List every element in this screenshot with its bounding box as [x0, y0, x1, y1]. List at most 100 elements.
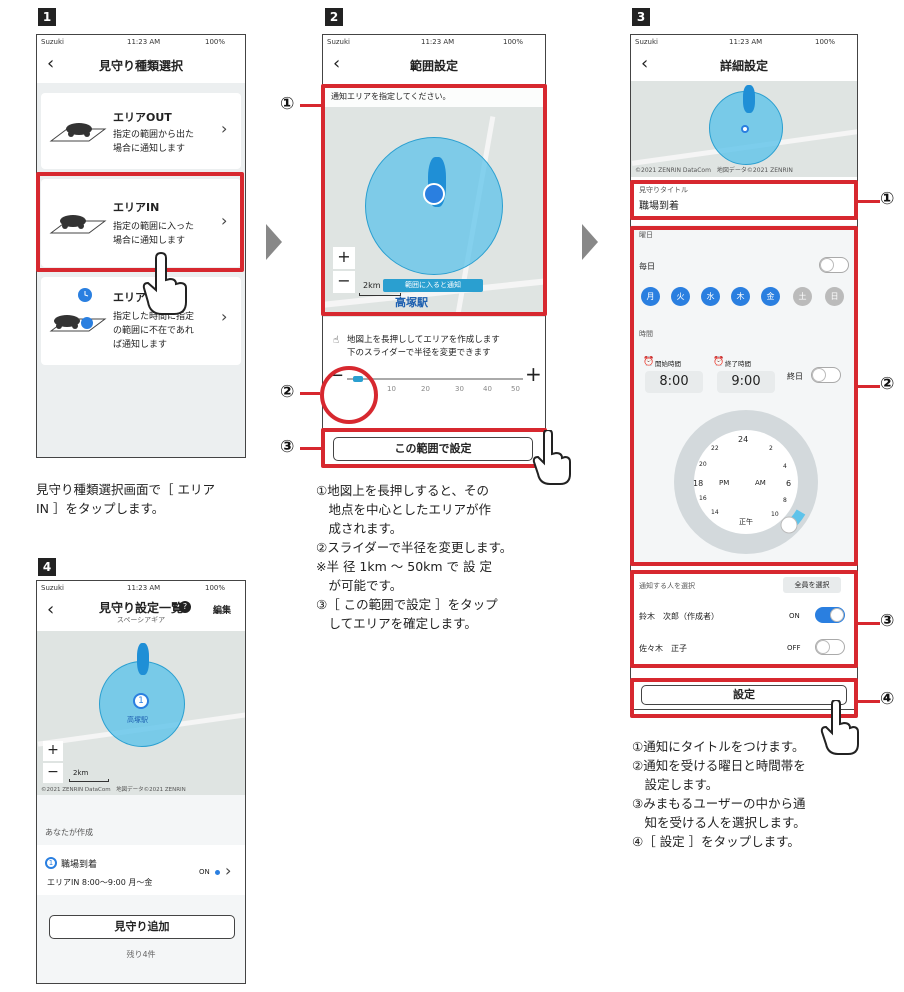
help-line2: 下のスライダーで半径を変更できます	[347, 348, 491, 358]
next-arrow-icon	[266, 224, 282, 260]
station-label: 高塚駅	[127, 716, 148, 724]
option-title: エリアOUT	[113, 111, 172, 124]
page-title: 範囲設定	[409, 59, 458, 73]
area-pin-icon[interactable]: 1	[133, 693, 149, 709]
touch-icon: ☝	[333, 335, 340, 346]
option-desc-2: の範囲に不在であれ	[113, 326, 194, 336]
map-preview: ©2021 ZENRIN DataCom 地図データ©2021 ZENRIN	[631, 81, 857, 177]
marker-line	[858, 622, 880, 625]
desc-line: ④［ 設定 ］をタップします。	[632, 834, 800, 849]
highlight-slider	[320, 366, 378, 424]
section-label: あなたが作成	[45, 828, 93, 837]
item-state: ON	[199, 868, 210, 876]
clock-time: 11:23 AM	[127, 584, 161, 592]
desc-line: 知を受ける人を選択します。	[632, 815, 806, 830]
lake-shape	[743, 85, 755, 113]
slider-plus[interactable]: +	[525, 362, 542, 386]
map-copyright: ©2021 ZENRIN DataCom 地図データ©2021 ZENRIN	[635, 167, 793, 174]
tap-hand-icon	[532, 430, 571, 485]
clock-time: 11:23 AM	[729, 38, 763, 46]
nav-bar: ‹ 詳細設定	[631, 49, 857, 81]
screen-watch-list: Suzuki 11:23 AM 100% ‹ 見守り設定一覧 ? スペーシアギア…	[36, 580, 246, 984]
highlight-people	[630, 570, 858, 668]
status-bar: Suzuki 11:23 AM 100%	[323, 35, 545, 49]
tap-hand-icon	[142, 252, 187, 315]
tap-hand-icon	[820, 700, 859, 755]
step1-desc-line2: IN ］をタップします。	[36, 501, 165, 516]
nav-bar: ‹ 見守り種類選択	[37, 49, 245, 81]
clock-time: 11:23 AM	[421, 38, 455, 46]
desc-line: ②スライダーで半径を変更します。	[316, 540, 513, 555]
battery: 100%	[205, 584, 226, 592]
option-area-out[interactable]: エリアOUT 指定の範囲から出た 場合に通知します ›	[41, 93, 241, 169]
item-title: 職場到着	[61, 860, 98, 870]
add-watch-button[interactable]: 見守り追加	[49, 915, 235, 939]
marker-4: ④	[880, 689, 895, 709]
chevron-right-icon: ›	[225, 861, 232, 880]
desc-line: ①地図上を長押しすると、その	[316, 483, 489, 498]
desc-line: ③みまもるユーザーの中から通	[632, 796, 806, 811]
tick-label: 30	[455, 385, 464, 393]
help-icon[interactable]: ?	[179, 601, 191, 613]
car-clock-icon	[49, 288, 107, 332]
map-copyright: ©2021 ZENRIN DataCom 地図データ©2021 ZENRIN	[41, 787, 186, 793]
highlight-area-in	[36, 172, 244, 272]
highlight-title	[630, 180, 858, 220]
status-bar: Suzuki 11:23 AM 100%	[631, 35, 857, 49]
tick-label: 50	[511, 385, 520, 393]
marker-1: ①	[280, 94, 295, 114]
lake-shape	[137, 643, 149, 675]
desc-line: 地点を中心としたエリアが作	[316, 502, 492, 517]
tick-label: 10	[387, 385, 396, 393]
chevron-right-icon: ›	[221, 119, 228, 138]
step-number-3: 3	[632, 8, 650, 26]
page-title: 見守り種類選択	[98, 59, 183, 73]
item-number-icon: 1	[45, 857, 57, 869]
marker-3: ③	[880, 611, 895, 631]
edit-button[interactable]: 編集	[213, 603, 231, 616]
marker-1: ①	[880, 189, 895, 209]
highlight-schedule	[630, 226, 858, 566]
marker-line	[858, 200, 880, 203]
marker-line	[858, 700, 880, 703]
desc-line: 設定します。	[632, 777, 719, 792]
nav-bar: ‹ 範囲設定	[323, 49, 545, 81]
option-desc-1: 指定の範囲から出た	[113, 130, 195, 140]
marker-line	[300, 447, 321, 450]
tick-label: 40	[483, 385, 492, 393]
option-area-absent[interactable]: エリア不 指定した時間に指定 の範囲に不在であれ ば通知します ›	[41, 277, 241, 365]
carrier: Suzuki	[635, 38, 658, 46]
carrier: Suzuki	[41, 584, 64, 592]
page-subtitle: スペーシアギア	[116, 616, 166, 624]
watch-item[interactable]: 1 職場到着 エリアIN 8:00〜9:00 月〜金 ON ›	[37, 845, 245, 895]
zoom-out-button[interactable]: −	[43, 763, 63, 783]
desc-line: ①通知にタイトルをつけます。	[632, 739, 805, 754]
scale-label: 2km	[73, 769, 89, 777]
car-out-icon	[49, 123, 107, 142]
help-line1: 地図上を長押ししてエリアを作成します	[347, 335, 500, 345]
option-desc-2: 場合に通知します	[113, 144, 186, 154]
carrier: Suzuki	[327, 38, 350, 46]
step-number-1: 1	[38, 8, 56, 26]
status-bar: Suzuki 11:23 AM 100%	[37, 581, 245, 595]
page-title: 詳細設定	[719, 59, 768, 73]
step1-desc-line1: 見守り種類選択画面で［ エリア	[36, 482, 215, 497]
map-view[interactable]: 1 高塚駅 + − 2km ©2021 ZENRIN DataCom 地図データ…	[37, 631, 245, 795]
next-arrow-icon	[582, 224, 598, 260]
battery: 100%	[205, 38, 226, 46]
scale-bar	[69, 779, 109, 782]
zoom-in-button[interactable]: +	[43, 741, 63, 761]
status-bar: Suzuki 11:23 AM 100%	[37, 35, 245, 49]
battery: 100%	[503, 38, 524, 46]
desc-line: ③［ この範囲で設定 ］をタップ	[316, 597, 498, 612]
marker-2: ②	[880, 374, 895, 394]
step-number-4: 4	[38, 558, 56, 576]
marker-line	[300, 104, 321, 107]
highlight-set-button	[321, 428, 547, 468]
center-pin-icon	[741, 125, 749, 133]
desc-line: が可能です。	[316, 578, 403, 593]
battery: 100%	[815, 38, 836, 46]
highlight-map	[321, 84, 547, 316]
status-dot-icon	[215, 870, 220, 875]
marker-3: ③	[280, 437, 295, 457]
